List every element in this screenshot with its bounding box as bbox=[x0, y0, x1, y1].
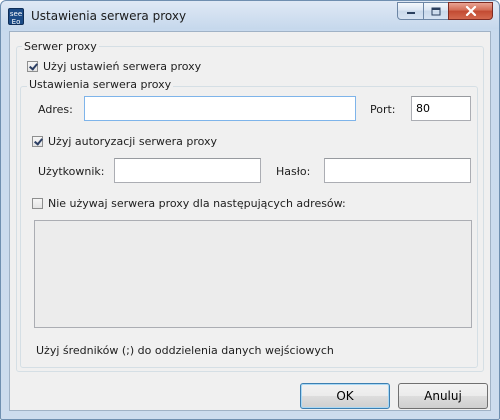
separator-hint: Użyj średników (;) do oddzielenia danych… bbox=[36, 344, 334, 357]
password-label: Hasło: bbox=[276, 165, 311, 178]
ok-button[interactable]: OK bbox=[300, 383, 390, 409]
port-input[interactable] bbox=[411, 96, 471, 121]
username-input[interactable] bbox=[114, 158, 261, 183]
proxy-settings-window: see Eo Ustawienia serwera proxy Serwer pr… bbox=[0, 0, 500, 420]
username-label: Użytkownik: bbox=[38, 165, 105, 178]
port-label: Port: bbox=[370, 103, 396, 116]
minimize-icon bbox=[406, 12, 415, 14]
use-auth-checkbox[interactable] bbox=[32, 136, 43, 147]
settings-group-legend: Ustawienia serwera proxy bbox=[27, 78, 174, 91]
use-proxy-checkbox-row[interactable]: Użyj ustawień serwera proxy bbox=[27, 60, 201, 73]
proxy-group-legend: Serwer proxy bbox=[22, 40, 99, 53]
use-auth-checkbox-row[interactable]: Użyj autoryzacji serwera proxy bbox=[32, 135, 217, 148]
dialog-content: Serwer proxy Użyj ustawień serwera proxy… bbox=[9, 31, 491, 411]
close-button[interactable] bbox=[448, 2, 493, 20]
use-proxy-checkbox[interactable] bbox=[27, 61, 38, 72]
bypass-addresses-textarea[interactable] bbox=[34, 220, 472, 328]
cancel-button[interactable]: Anuluj bbox=[398, 383, 488, 409]
minimize-button[interactable] bbox=[397, 2, 424, 20]
address-input[interactable] bbox=[84, 96, 356, 121]
use-proxy-label: Użyj ustawień serwera proxy bbox=[43, 60, 202, 73]
app-icon: see Eo bbox=[8, 8, 24, 26]
bypass-label: Nie używaj serwera proxy dla następujący… bbox=[48, 197, 346, 210]
title-bar[interactable]: see Eo Ustawienia serwera proxy bbox=[1, 1, 499, 31]
bypass-checkbox[interactable] bbox=[32, 198, 43, 209]
use-auth-label: Użyj autoryzacji serwera proxy bbox=[48, 135, 218, 148]
password-input[interactable] bbox=[324, 158, 471, 183]
window-title: Ustawienia serwera proxy bbox=[31, 9, 187, 23]
address-label: Adres: bbox=[38, 103, 73, 116]
maximize-icon bbox=[431, 7, 441, 15]
close-icon bbox=[465, 6, 476, 16]
maximize-button[interactable] bbox=[423, 2, 449, 20]
bypass-checkbox-row[interactable]: Nie używaj serwera proxy dla następujący… bbox=[32, 197, 346, 210]
